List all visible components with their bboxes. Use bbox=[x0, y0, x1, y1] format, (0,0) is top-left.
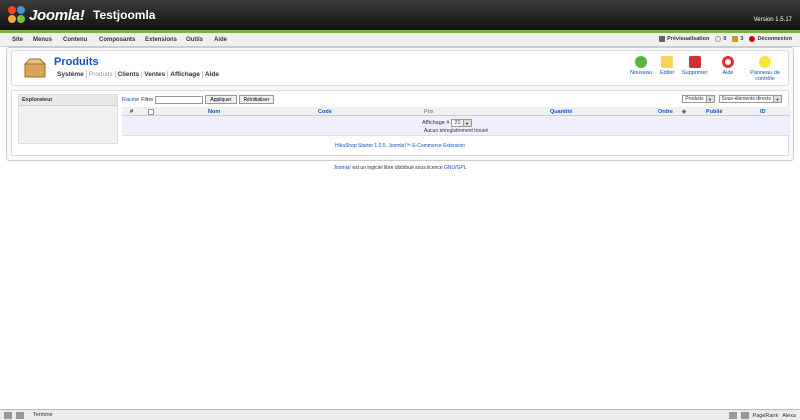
logout-link[interactable]: Déconnexion bbox=[749, 36, 792, 42]
joomla-logo: Joomla! bbox=[8, 6, 85, 24]
alexa-label[interactable]: Alexa bbox=[782, 413, 796, 419]
joomla-link[interactable]: Joomla! bbox=[333, 165, 351, 171]
control-panel-button[interactable]: Panneau de contrôle bbox=[742, 56, 788, 82]
license-footer: Joomla! est un logiciel libre distribué … bbox=[333, 165, 467, 171]
submenu-products[interactable]: Produits bbox=[85, 71, 115, 78]
content-area: Explorateur Racine Filtre Appliquer Réin… bbox=[11, 90, 790, 156]
trash-icon bbox=[688, 56, 701, 68]
new-button[interactable]: Nouveau bbox=[630, 56, 652, 76]
star-icon bbox=[759, 56, 771, 68]
menu-site[interactable]: Site bbox=[12, 37, 23, 43]
addon-icon[interactable] bbox=[728, 412, 737, 419]
joomla-logo-icon bbox=[8, 6, 26, 24]
header: Joomla! Testjoomla Version 1.5.17 bbox=[0, 0, 800, 30]
preview-link[interactable]: Prévisualisation bbox=[659, 36, 709, 42]
menu-tools[interactable]: Outils bbox=[186, 37, 203, 43]
users-count[interactable]: 3 bbox=[732, 36, 743, 42]
status-left-icon-2 bbox=[16, 412, 24, 419]
page-wrapper: Produits Système Produits Clients Ventes… bbox=[6, 47, 794, 161]
submenu-help[interactable]: Aide bbox=[201, 71, 221, 78]
display-label: Affichage # bbox=[422, 120, 450, 126]
users-icon bbox=[732, 36, 739, 42]
message-icon bbox=[715, 36, 722, 42]
edit-button[interactable]: Editer bbox=[660, 56, 674, 76]
submenu: Système Produits Clients Ventes Affichag… bbox=[57, 71, 221, 78]
preview-icon bbox=[659, 36, 666, 42]
table-footer: Affichage # 20 ▼ Aucun enregistrement tro… bbox=[122, 116, 790, 136]
table-header: # Nom Code Prix Quantité Ordre ◈ Publié … bbox=[122, 107, 790, 116]
explorer-title: Explorateur bbox=[19, 95, 117, 106]
delete-button[interactable]: Supprimer bbox=[682, 56, 707, 76]
addon-icon-2[interactable] bbox=[740, 412, 749, 419]
save-order-icon[interactable]: ◈ bbox=[682, 109, 686, 115]
status-done: Terminé bbox=[33, 412, 53, 418]
page-title: Produits bbox=[54, 56, 99, 68]
menu-components[interactable]: Composants bbox=[99, 37, 135, 43]
menu-content[interactable]: Contenu bbox=[63, 37, 87, 43]
col-quantity[interactable]: Quantité bbox=[550, 109, 572, 115]
col-num: # bbox=[130, 109, 134, 115]
submenu-clients[interactable]: Clients bbox=[114, 71, 142, 78]
menu-extensions[interactable]: Extensions bbox=[145, 37, 177, 43]
filter-bar: Racine Filtre Appliquer Réinitialiser bbox=[122, 95, 275, 104]
plus-icon bbox=[635, 56, 648, 68]
chevron-down-icon: ▼ bbox=[705, 96, 714, 102]
submenu-display[interactable]: Affichage bbox=[167, 71, 202, 78]
reset-button[interactable]: Réinitialiser bbox=[238, 95, 275, 104]
pagerank-label[interactable]: PageRank bbox=[753, 413, 779, 419]
select-all-checkbox[interactable] bbox=[148, 109, 154, 115]
extension-credit[interactable]: HikaShop Starter 1.0.5, Joomla!™ E-Comme… bbox=[12, 143, 788, 149]
messages-count[interactable]: 0 bbox=[715, 36, 726, 42]
logout-icon bbox=[749, 36, 756, 42]
license-link[interactable]: GNU/GPL bbox=[444, 165, 467, 171]
pencil-icon bbox=[661, 56, 674, 68]
site-name: Testjoomla bbox=[93, 8, 156, 22]
pagination: Affichage # 20 ▼ bbox=[422, 119, 472, 127]
main-menu: Site Menus Contenu Composants Extensions… bbox=[0, 33, 800, 47]
col-code[interactable]: Code bbox=[318, 109, 332, 115]
display-count-select[interactable]: 20 ▼ bbox=[451, 119, 472, 127]
filter-label: Filtre bbox=[141, 96, 154, 103]
col-name[interactable]: Nom bbox=[208, 109, 220, 115]
col-order[interactable]: Ordre bbox=[658, 109, 673, 115]
filter-input[interactable] bbox=[155, 95, 204, 104]
scope-select[interactable]: Sous-éléments directs ▼ bbox=[718, 95, 782, 103]
status-right: PageRank Alexa bbox=[728, 412, 796, 419]
type-select[interactable]: Produits ▼ bbox=[682, 95, 715, 103]
help-button[interactable]: Aide bbox=[722, 56, 734, 76]
menu-help[interactable]: Aide bbox=[214, 37, 227, 43]
chevron-down-icon: ▼ bbox=[773, 96, 781, 102]
submenu-system[interactable]: Système bbox=[57, 71, 86, 78]
col-price: Prix bbox=[424, 109, 434, 115]
toolbar: Produits Système Produits Clients Ventes… bbox=[11, 50, 789, 86]
status-area: Prévisualisation 0 3 Déconnexion bbox=[659, 36, 792, 42]
apply-button[interactable]: Appliquer bbox=[205, 95, 237, 104]
view-selects: Produits ▼ Sous-éléments directs ▼ bbox=[682, 95, 782, 103]
browser-status-bar: Terminé PageRank Alexa bbox=[0, 409, 800, 420]
chevron-down-icon: ▼ bbox=[462, 120, 471, 126]
menu-menus[interactable]: Menus bbox=[33, 37, 52, 43]
products-table: # Nom Code Prix Quantité Ordre ◈ Publié … bbox=[122, 107, 790, 136]
empty-message: Aucun enregistrement trouvé bbox=[424, 128, 489, 134]
submenu-sales[interactable]: Ventes bbox=[141, 71, 167, 78]
status-left-icon bbox=[4, 412, 12, 419]
explorer-panel: Explorateur bbox=[18, 94, 118, 144]
lifebuoy-icon bbox=[722, 56, 734, 68]
col-id[interactable]: ID bbox=[760, 109, 766, 115]
version-label: Version 1.5.17 bbox=[753, 17, 792, 23]
col-published[interactable]: Publié bbox=[706, 109, 723, 115]
root-link[interactable]: Racine bbox=[122, 97, 139, 103]
products-box-icon bbox=[23, 58, 47, 78]
logo-text: Joomla! bbox=[29, 6, 85, 24]
